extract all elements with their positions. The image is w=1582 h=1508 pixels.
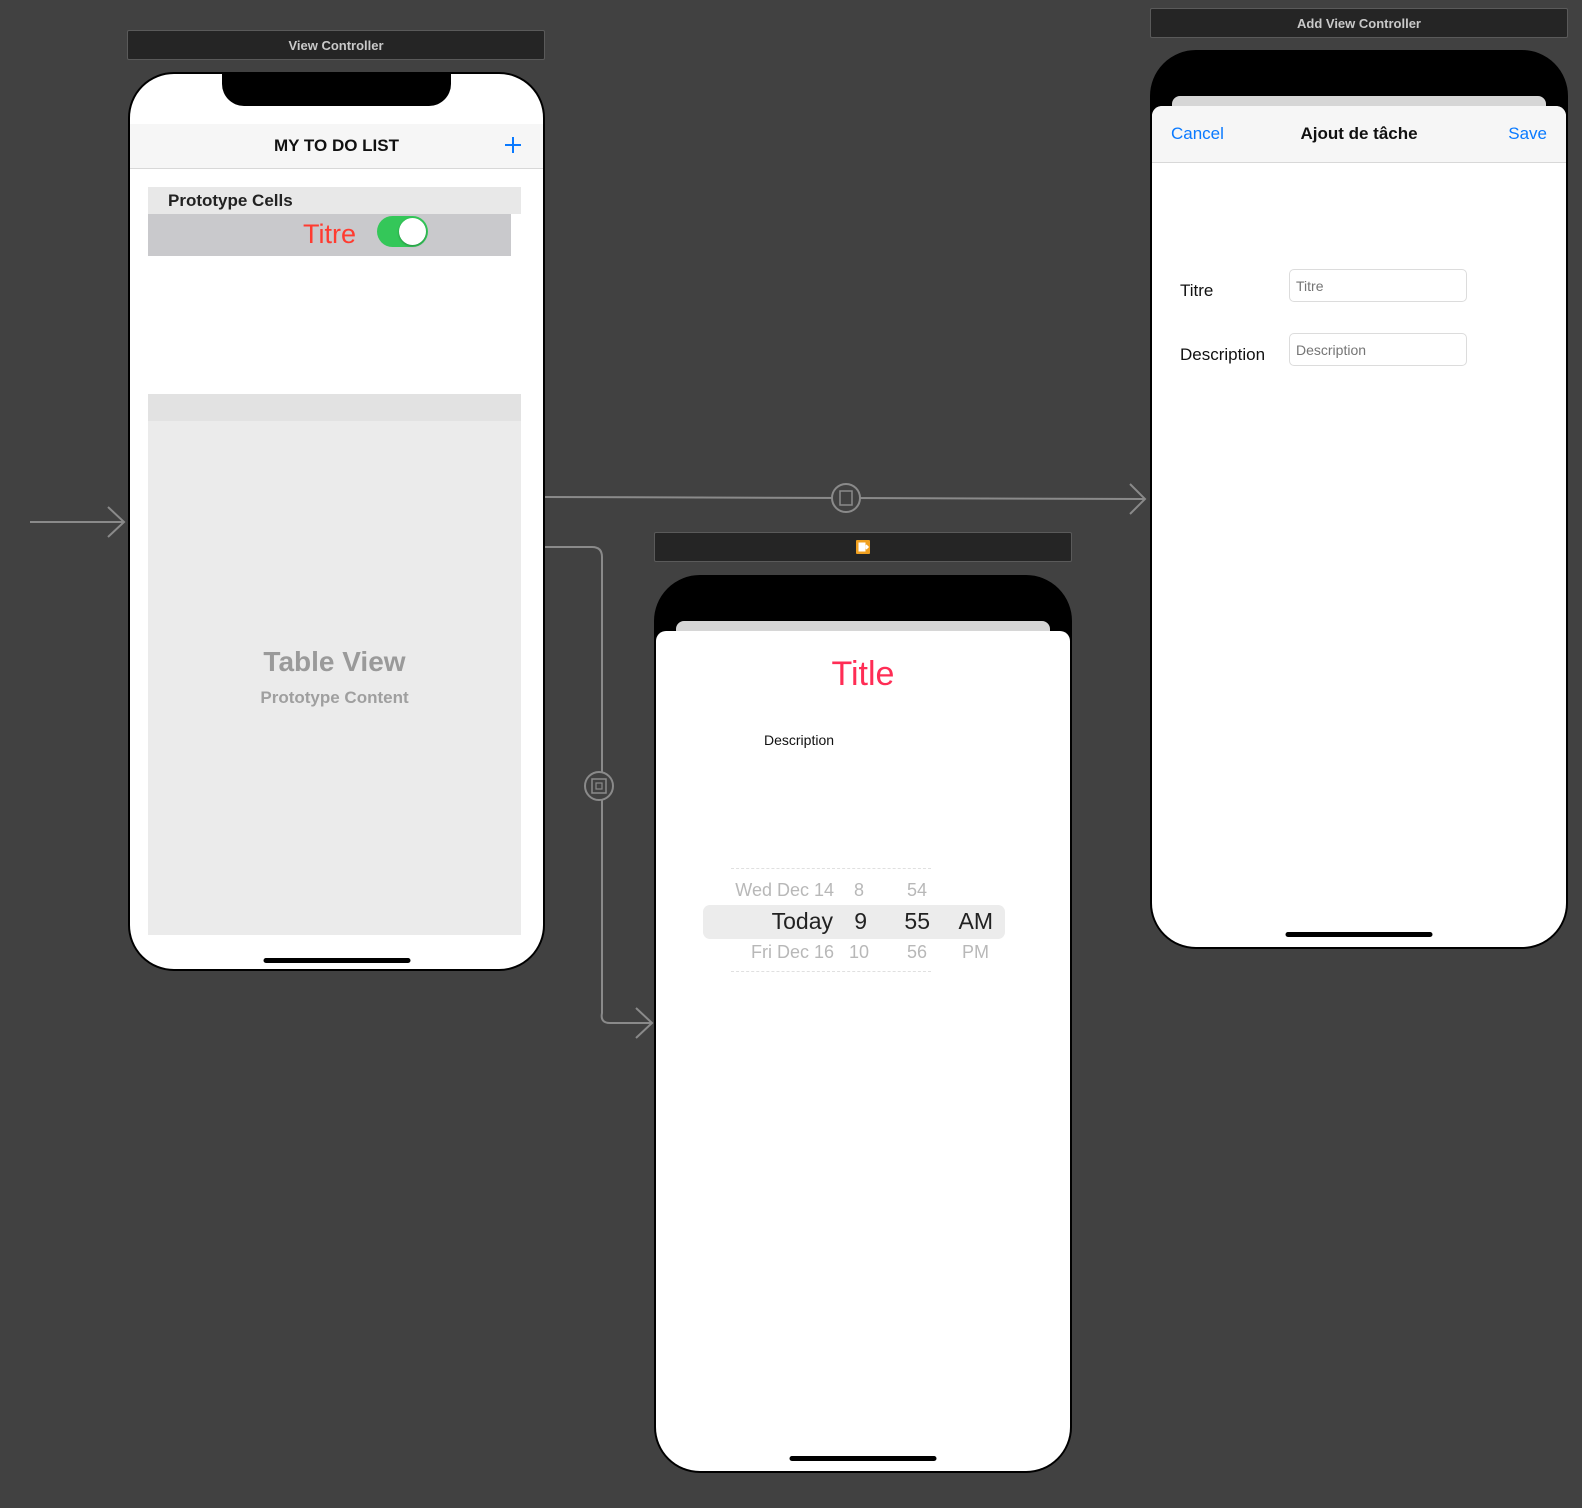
picker-date-selected: Today	[771, 908, 833, 934]
modal-sheet: Cancel Ajout de tâche Save Titre Descrip…	[1152, 106, 1566, 947]
home-indicator	[789, 1456, 937, 1461]
picker-hour-below: 10	[848, 942, 869, 962]
table-view-sublabel: Prototype Content	[260, 688, 409, 707]
description-field-label: Description	[1180, 345, 1266, 364]
scene-title-label: Add View Controller	[1297, 15, 1421, 31]
switch-knob	[399, 218, 426, 245]
add-view-controller-phone[interactable]: Cancel Ajout de tâche Save Titre Descrip…	[1150, 50, 1568, 949]
segue-to-add-view-controller[interactable]	[543, 483, 1147, 515]
picker-date-below: Fri Dec 16	[750, 942, 834, 962]
table-view[interactable]: Table View Prototype Content	[148, 394, 521, 935]
segue-to-detail-view-controller[interactable]	[544, 546, 654, 1039]
plus-icon	[505, 137, 521, 153]
title-field-label: Titre	[1180, 281, 1214, 300]
view-controller-scene-title[interactable]: View Controller	[127, 30, 545, 60]
add-view-controller-scene-title[interactable]: Add View Controller	[1150, 8, 1568, 38]
picker-date-above: Wed Dec 14	[735, 880, 834, 900]
modal-navigation-bar: Cancel Ajout de tâche Save	[1152, 106, 1566, 163]
description-input[interactable]	[1289, 333, 1467, 366]
nav-title: MY TO DO LIST	[274, 136, 399, 155]
home-indicator	[1285, 932, 1433, 937]
view-controller-phone[interactable]: MY TO DO LIST Prototype Cells Titre Tabl…	[128, 72, 545, 971]
picker-minute-above: 54	[906, 880, 927, 900]
cell-toggle-switch[interactable]	[377, 216, 428, 247]
scene-title-label: View Controller	[288, 37, 384, 53]
picker-ampm-selected: AM	[958, 908, 994, 934]
detail-view-controller-phone[interactable]: Title Description Wed Dec 14 8 54 Today …	[654, 575, 1072, 1473]
table-header-strip	[148, 394, 521, 421]
picker-ampm-below: PM	[962, 942, 989, 962]
navigation-bar: MY TO DO LIST	[130, 124, 543, 169]
prototype-cell[interactable]: Titre	[148, 214, 511, 256]
table-view-label: Table View	[263, 646, 406, 677]
picker-minute-below: 56	[906, 942, 927, 962]
detail-scene-dock[interactable]	[654, 532, 1072, 562]
initial-scene-arrow	[30, 506, 126, 538]
modal-nav-title: Ajout de tâche	[1300, 124, 1418, 143]
notch	[222, 74, 451, 106]
home-indicator	[263, 958, 410, 963]
detail-title-label: Title	[831, 655, 895, 693]
add-button[interactable]	[503, 135, 523, 155]
title-input[interactable]	[1289, 269, 1467, 302]
detail-sheet: Title Description Wed Dec 14 8 54 Today …	[656, 631, 1070, 1471]
picker-fade-bottom	[731, 971, 931, 974]
prototype-cells-header: Prototype Cells	[148, 187, 521, 214]
exit-icon[interactable]	[855, 539, 871, 555]
prototype-cells-label: Prototype Cells	[168, 191, 293, 210]
detail-description-label: Description	[764, 732, 835, 748]
picker-hour-above: 8	[853, 880, 864, 900]
date-picker[interactable]: Wed Dec 14 8 54 Today 9 55 AM Fri Dec 16…	[701, 863, 1005, 981]
picker-fade-top	[731, 868, 931, 871]
picker-hour-selected: 9	[854, 908, 867, 934]
picker-minute-selected: 55	[904, 908, 930, 934]
save-button[interactable]: Save	[1508, 124, 1547, 144]
cell-title-label: Titre	[303, 219, 356, 249]
